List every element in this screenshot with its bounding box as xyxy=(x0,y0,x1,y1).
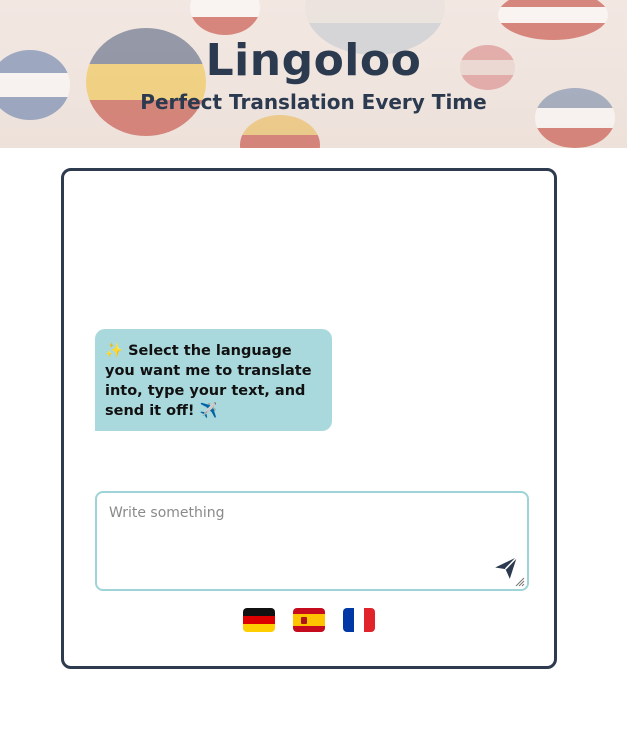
app-subtitle: Perfect Translation Every Time xyxy=(140,90,487,114)
app-title: Lingoloo xyxy=(205,35,422,86)
header-text: Lingoloo Perfect Translation Every Time xyxy=(0,0,627,116)
message-input-wrapper xyxy=(95,491,529,591)
message-text: ✨ Select the language you want me to tra… xyxy=(105,343,312,419)
header-banner: Lingoloo Perfect Translation Every Time xyxy=(0,0,627,148)
bot-message-bubble: ✨ Select the language you want me to tra… xyxy=(95,329,332,431)
language-selector xyxy=(64,608,554,632)
chat-container: ✨ Select the language you want me to tra… xyxy=(61,168,557,669)
message-input[interactable] xyxy=(97,493,527,589)
resize-grip-icon[interactable] xyxy=(515,577,525,587)
language-option-german[interactable] xyxy=(243,608,275,632)
language-option-spanish[interactable] xyxy=(293,608,325,632)
flag-bubble-decoration xyxy=(240,115,320,148)
language-option-french[interactable] xyxy=(343,608,375,632)
